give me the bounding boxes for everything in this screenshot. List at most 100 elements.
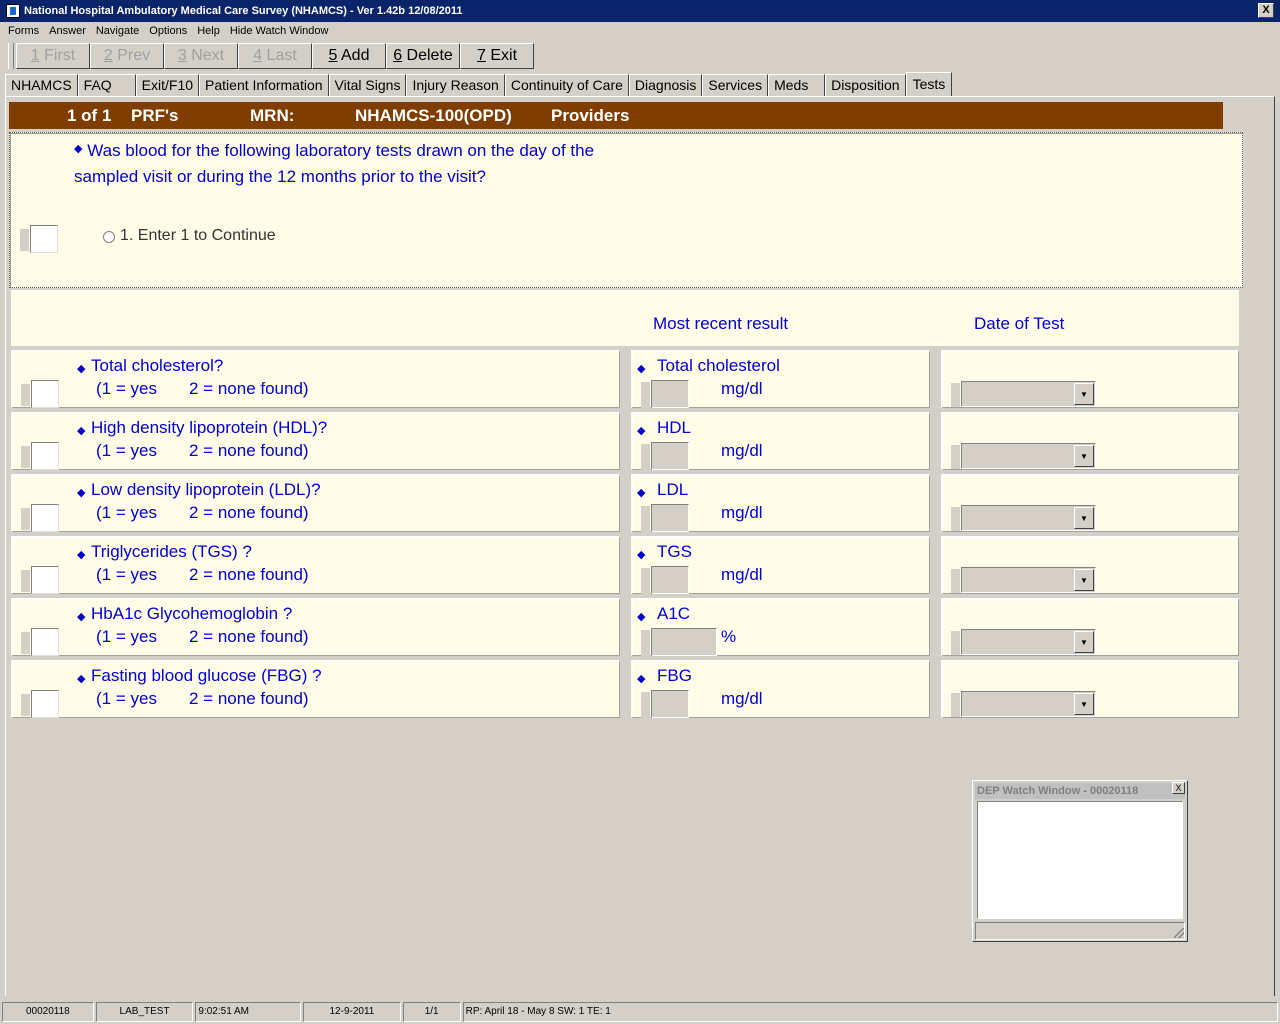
test-answer-entry bbox=[21, 442, 61, 470]
diamond-icon: ◆ bbox=[637, 549, 646, 561]
date-select[interactable]: ▼ bbox=[961, 505, 1096, 531]
diamond-icon: ◆ bbox=[74, 143, 83, 155]
chevron-down-icon[interactable]: ▼ bbox=[1074, 507, 1094, 529]
close-window-button[interactable]: X bbox=[1258, 3, 1274, 18]
tab-exit-f10[interactable]: Exit/F10 bbox=[135, 74, 200, 96]
tab-diagnosis[interactable]: Diagnosis bbox=[628, 74, 703, 96]
close-icon[interactable]: X bbox=[1172, 782, 1185, 794]
test-date-cell: ▼ bbox=[941, 350, 1239, 408]
watch-window[interactable]: DEP Watch Window - 00020118 X bbox=[972, 780, 1188, 942]
menu-forms[interactable]: Forms bbox=[3, 25, 44, 37]
result-input[interactable] bbox=[651, 380, 689, 408]
resize-grip-icon[interactable] bbox=[1174, 928, 1184, 938]
test-answer-input[interactable] bbox=[31, 380, 59, 408]
test-question-cell: ◆ Low density lipoprotein (LDL)? (1 = yes 2… bbox=[11, 474, 620, 532]
status-field: LAB_TEST bbox=[95, 1002, 194, 1022]
date-dropdown[interactable]: ▼ bbox=[951, 381, 1096, 407]
column-header-panel: Most recent result Date of Test bbox=[11, 290, 1239, 346]
tab-patient-information[interactable]: Patient Information bbox=[199, 74, 329, 96]
close-icon: X bbox=[1262, 4, 1270, 16]
tab-continuity-of-care[interactable]: Continuity of Care bbox=[504, 74, 629, 96]
continue-input[interactable] bbox=[30, 225, 58, 253]
date-select[interactable]: ▼ bbox=[961, 381, 1096, 407]
diamond-icon: ◆ bbox=[637, 487, 646, 499]
result-entry bbox=[641, 380, 689, 408]
test-answer-input[interactable] bbox=[31, 690, 59, 718]
result-input[interactable] bbox=[651, 690, 689, 718]
date-dropdown[interactable]: ▼ bbox=[951, 443, 1096, 469]
result-unit: mg/dl bbox=[721, 379, 763, 398]
result-label: TGS bbox=[657, 542, 692, 561]
test-question-cell: ◆ HbA1c Glycohemoglobin ? (1 = yes 2 = none… bbox=[11, 598, 620, 656]
result-input[interactable] bbox=[651, 442, 689, 470]
test-hint-yes: (1 = yes bbox=[96, 379, 157, 398]
menu-navigate[interactable]: Navigate bbox=[91, 25, 144, 37]
date-dropdown[interactable]: ▼ bbox=[951, 567, 1096, 593]
result-input[interactable] bbox=[651, 504, 689, 532]
date-select[interactable]: ▼ bbox=[961, 691, 1096, 717]
chevron-down-icon[interactable]: ▼ bbox=[1074, 445, 1094, 467]
diamond-icon: ◆ bbox=[77, 363, 86, 375]
chevron-down-icon[interactable]: ▼ bbox=[1074, 383, 1094, 405]
chevron-down-icon[interactable]: ▼ bbox=[1074, 569, 1094, 591]
next-button[interactable]: 3 Next bbox=[164, 43, 238, 69]
delete-button[interactable]: 6 Delete bbox=[386, 43, 460, 69]
first-button[interactable]: 1 First bbox=[16, 43, 90, 69]
result-label: HDL bbox=[657, 418, 692, 437]
date-select[interactable]: ▼ bbox=[961, 443, 1096, 469]
test-answer-input[interactable] bbox=[31, 442, 59, 470]
prev-button[interactable]: 2 Prev bbox=[90, 43, 164, 69]
test-answer-input[interactable] bbox=[31, 504, 59, 532]
date-dropdown[interactable]: ▼ bbox=[951, 629, 1096, 655]
last-button[interactable]: 4 Last bbox=[238, 43, 312, 69]
result-entry bbox=[641, 690, 689, 718]
tab-services[interactable]: Services bbox=[702, 74, 769, 96]
watch-window-title: DEP Watch Window - 00020118 bbox=[975, 783, 1185, 799]
date-select[interactable]: ▼ bbox=[961, 629, 1096, 655]
result-entry bbox=[641, 628, 717, 656]
result-entry bbox=[641, 442, 689, 470]
result-input[interactable] bbox=[651, 566, 689, 594]
test-date-cell: ▼ bbox=[941, 474, 1239, 532]
result-entry bbox=[641, 504, 689, 532]
test-hint-yes: (1 = yes bbox=[96, 441, 157, 460]
tab-disposition[interactable]: Disposition bbox=[825, 74, 906, 96]
test-result-cell: ◆ HDL mg/dl bbox=[631, 412, 930, 470]
diamond-icon: ◆ bbox=[637, 425, 646, 437]
exit-button[interactable]: 7 Exit bbox=[460, 43, 534, 69]
date-dropdown[interactable]: ▼ bbox=[951, 505, 1096, 531]
date-dropdown[interactable]: ▼ bbox=[951, 691, 1096, 717]
chevron-down-icon[interactable]: ▼ bbox=[1074, 631, 1094, 653]
tab-faq[interactable]: FAQ bbox=[77, 74, 136, 96]
test-answer-entry bbox=[21, 380, 61, 408]
tab-vital-signs[interactable]: Vital Signs bbox=[328, 74, 407, 96]
toolbar-grip[interactable] bbox=[8, 43, 14, 69]
continue-radio[interactable] bbox=[103, 231, 115, 243]
providers-label: Providers bbox=[551, 106, 630, 125]
test-answer-input[interactable] bbox=[31, 628, 59, 656]
tab-nhamcs[interactable]: NHAMCS bbox=[5, 74, 78, 96]
result-unit: % bbox=[721, 627, 737, 646]
menu-help[interactable]: Help bbox=[192, 25, 225, 37]
chevron-down-icon[interactable]: ▼ bbox=[1074, 693, 1094, 715]
diamond-icon: ◆ bbox=[77, 673, 86, 685]
test-answer-entry bbox=[21, 566, 61, 594]
status-page: 1/1 bbox=[402, 1002, 461, 1022]
mrn-label: MRN: bbox=[250, 106, 295, 125]
diamond-icon: ◆ bbox=[637, 673, 646, 685]
result-input[interactable] bbox=[651, 628, 717, 656]
tab-tests[interactable]: Tests bbox=[905, 72, 953, 97]
tab-meds[interactable]: Meds bbox=[768, 74, 826, 96]
test-hint-yes: (1 = yes bbox=[96, 503, 157, 522]
test-answer-input[interactable] bbox=[31, 566, 59, 594]
add-button[interactable]: 5 Add bbox=[312, 43, 386, 69]
test-question: Low density lipoprotein (LDL)? bbox=[91, 480, 321, 499]
menu-hide-watch-window[interactable]: Hide Watch Window bbox=[225, 25, 334, 37]
date-select[interactable]: ▼ bbox=[961, 567, 1096, 593]
menu-options[interactable]: Options bbox=[144, 25, 192, 37]
continue-entry bbox=[20, 225, 60, 253]
test-question-cell: ◆ Triglycerides (TGS) ? (1 = yes 2 = none f… bbox=[11, 536, 620, 594]
diamond-icon: ◆ bbox=[77, 487, 86, 499]
tab-injury-reason[interactable]: Injury Reason bbox=[406, 74, 505, 96]
menu-answer[interactable]: Answer bbox=[44, 25, 91, 37]
